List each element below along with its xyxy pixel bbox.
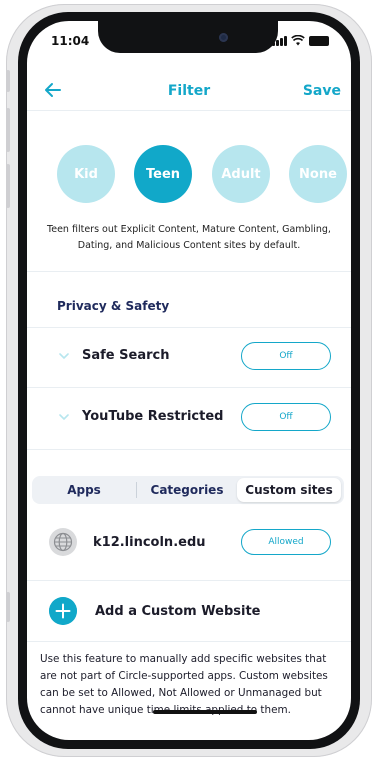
status-time: 11:04 [51, 34, 90, 48]
youtube-restricted-row[interactable]: YouTube Restricted Off [27, 389, 351, 447]
camera-icon [219, 33, 228, 42]
save-button[interactable]: Save [303, 83, 341, 99]
plus-icon [49, 597, 77, 625]
age-option-teen[interactable]: Teen [134, 145, 192, 203]
age-option-kid[interactable]: Kid [57, 145, 115, 203]
header: Filter Save [27, 73, 351, 111]
add-custom-website-row[interactable]: Add a Custom Website [27, 584, 351, 642]
side-button [6, 592, 10, 622]
divider [27, 641, 351, 642]
notch [98, 21, 278, 53]
youtube-restricted-label: YouTube Restricted [82, 409, 224, 424]
age-option-adult[interactable]: Adult [212, 145, 270, 203]
divider [27, 271, 351, 272]
safe-search-row[interactable]: Safe Search Off [27, 328, 351, 386]
divider [27, 449, 351, 450]
add-custom-website-label: Add a Custom Website [95, 604, 261, 619]
segmented-tabs: Apps Categories Custom sites [32, 476, 344, 504]
custom-site-name: k12.lincoln.edu [93, 535, 206, 550]
mute-switch [6, 70, 10, 92]
volume-down-button [6, 164, 10, 208]
app-screen: 11:04 Filter Save Kid Teen Adult None Te… [27, 21, 351, 740]
phone-bezel: 11:04 Filter Save Kid Teen Adult None Te… [18, 12, 360, 749]
cellular-signal-icon [272, 36, 287, 46]
chevron-down-icon [59, 353, 69, 360]
filter-description: Teen filters out Explicit Content, Matur… [47, 224, 331, 251]
tab-custom-sites[interactable]: Custom sites [237, 478, 341, 502]
age-option-none[interactable]: None [289, 145, 347, 203]
age-filter-selector: Kid Teen Adult None [27, 145, 351, 205]
volume-up-button [6, 108, 10, 152]
safe-search-label: Safe Search [82, 348, 170, 363]
custom-site-status-button[interactable]: Allowed [241, 529, 331, 555]
section-title-privacy: Privacy & Safety [57, 299, 170, 313]
home-indicator[interactable] [153, 710, 257, 714]
chevron-down-icon [59, 414, 69, 421]
tab-apps[interactable]: Apps [32, 478, 136, 502]
safe-search-toggle[interactable]: Off [241, 342, 331, 370]
custom-site-row[interactable]: k12.lincoln.edu Allowed [27, 518, 351, 572]
globe-icon [49, 528, 77, 556]
status-icons [272, 35, 329, 46]
divider [27, 580, 351, 581]
battery-icon [309, 36, 329, 46]
divider [27, 387, 351, 388]
phone-frame: 11:04 Filter Save Kid Teen Adult None Te… [6, 4, 372, 757]
wifi-icon [291, 35, 305, 46]
tab-categories[interactable]: Categories [137, 478, 237, 502]
custom-sites-info: Use this feature to manually add specifi… [40, 653, 328, 716]
youtube-restricted-toggle[interactable]: Off [241, 403, 331, 431]
